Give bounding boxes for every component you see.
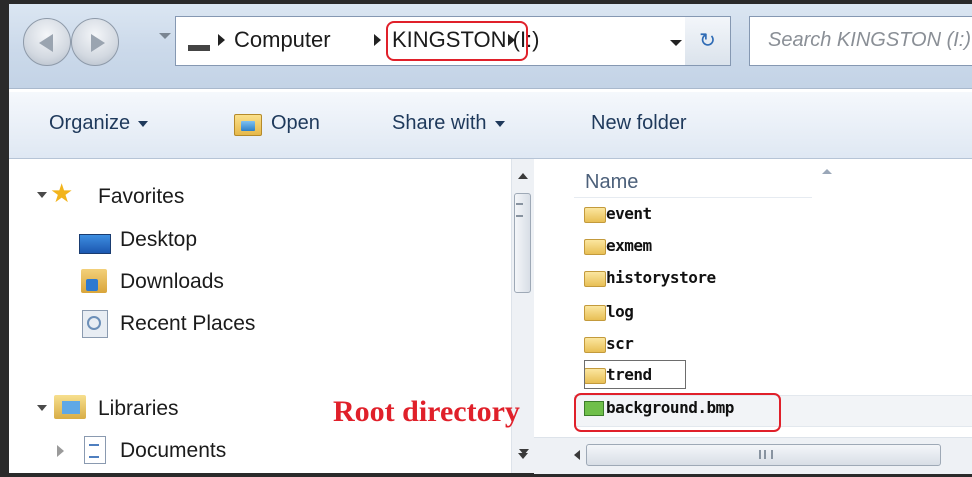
address-history-dropdown[interactable] [670, 40, 682, 46]
star-icon: ★ [50, 179, 74, 209]
chevron-right-icon[interactable] [374, 34, 381, 46]
drive-icon [188, 45, 210, 51]
file-name: log [606, 302, 634, 321]
search-input[interactable]: Search KINGSTON (I:) [749, 16, 972, 66]
nav-pane-scroll-down-icon[interactable] [519, 449, 529, 455]
chevron-right-icon[interactable] [218, 34, 225, 46]
caret-down-icon [494, 120, 505, 127]
library-icon [54, 395, 86, 419]
expand-libraries-icon[interactable] [37, 405, 47, 411]
file-name: exmem [606, 236, 652, 255]
forward-arrow-icon [91, 34, 105, 52]
focus-rectangle [584, 360, 686, 389]
folder-icon [584, 271, 606, 287]
chevron-right-icon[interactable] [508, 34, 515, 46]
caret-down-icon [138, 120, 149, 127]
nav-item-recent-places[interactable]: Recent Places [120, 312, 255, 336]
scroll-up-icon[interactable] [518, 173, 528, 179]
share-with-button[interactable]: Share with [392, 112, 505, 135]
open-icon [234, 114, 262, 136]
command-bar: Organize Open Share with New folder [9, 92, 972, 159]
folder-icon [584, 239, 606, 255]
scroll-left-icon[interactable] [574, 450, 580, 460]
forward-button[interactable] [71, 18, 119, 66]
desktop-icon [79, 234, 111, 254]
back-arrow-icon [39, 34, 53, 52]
open-button[interactable]: Open [271, 112, 320, 135]
nav-favorites[interactable]: Favorites [98, 185, 184, 209]
new-folder-button[interactable]: New folder [591, 112, 687, 135]
document-icon [84, 436, 106, 464]
column-header-name[interactable]: Name [585, 171, 638, 194]
organize-button[interactable]: Organize [49, 112, 149, 135]
recent-places-icon [82, 310, 108, 338]
background-file-highlight-box [574, 393, 781, 432]
refresh-icon: ↻ [699, 28, 716, 52]
file-name: scr [606, 334, 634, 353]
nav-item-desktop[interactable]: Desktop [120, 228, 197, 252]
folder-icon [584, 305, 606, 321]
file-name: historystore [606, 268, 716, 287]
scroll-grip-icon [516, 203, 523, 217]
nav-item-documents[interactable]: Documents [120, 439, 226, 463]
address-bar-area: Computer KINGSTON (I:) ↻ Search KINGSTON… [9, 4, 972, 89]
column-header-divider [574, 197, 812, 198]
nav-libraries[interactable]: Libraries [98, 397, 179, 421]
sort-indicator-icon [822, 169, 832, 174]
refresh-button[interactable]: ↻ [685, 16, 731, 66]
root-directory-annotation: Root directory [333, 395, 520, 428]
recent-pages-dropdown[interactable] [159, 33, 171, 39]
back-button[interactable] [23, 18, 71, 66]
breadcrumb-computer[interactable]: Computer [234, 27, 331, 53]
organize-label: Organize [49, 112, 131, 134]
file-name: event [606, 204, 652, 223]
breadcrumb-kingston[interactable]: KINGSTON (I:) [392, 27, 540, 53]
share-with-label: Share with [392, 112, 487, 134]
address-box[interactable]: Computer KINGSTON (I:) [175, 16, 729, 66]
downloads-icon [81, 269, 107, 293]
search-placeholder: Search KINGSTON (I:) [768, 29, 972, 51]
expand-favorites-icon[interactable] [37, 192, 47, 198]
scroll-grip-icon [759, 450, 773, 459]
nav-item-downloads[interactable]: Downloads [120, 270, 224, 294]
expand-documents-icon[interactable] [57, 445, 64, 457]
file-list-horizontal-scrollbar[interactable] [534, 437, 972, 474]
folder-icon [584, 207, 606, 223]
folder-icon [584, 337, 606, 353]
scroll-thumb[interactable] [586, 444, 941, 466]
